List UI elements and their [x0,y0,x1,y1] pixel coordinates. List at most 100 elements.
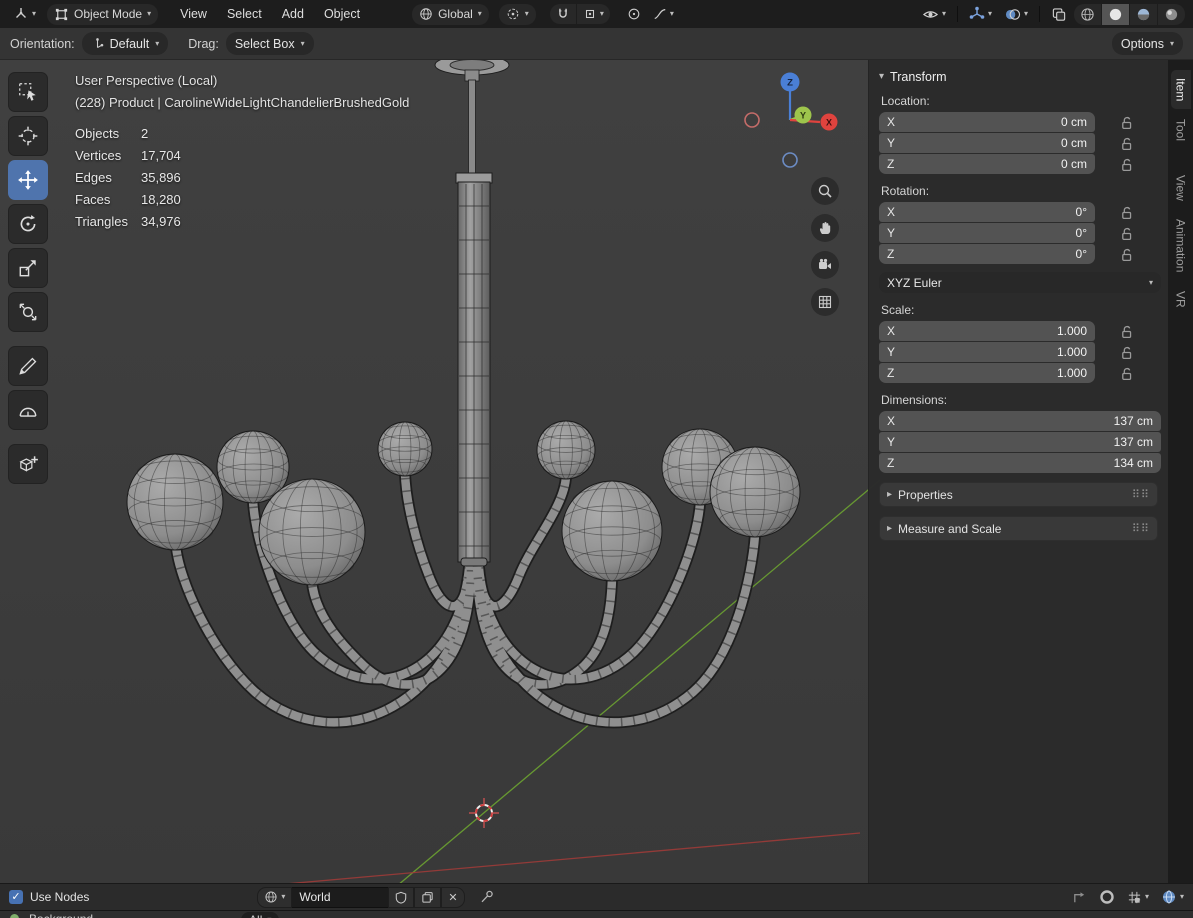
menu-object[interactable]: Object [314,4,370,24]
location-x-field[interactable]: X0 cm [879,112,1095,132]
strip-editor-icon[interactable] [8,912,21,918]
rotate-tool-icon [20,214,36,232]
rotation-z-lock-icon[interactable] [1120,247,1134,261]
rotation-y-field[interactable]: Y 0° [879,223,1095,243]
shading-solid-button[interactable] [1102,3,1130,25]
scale-x-field[interactable]: X 1.000 [879,321,1095,341]
transform-panel-header[interactable]: ▾ Transform [879,70,1158,84]
world-shading-dropdown[interactable]: ▾ [1161,889,1184,905]
overlays-dropdown[interactable]: ▾ [999,4,1033,25]
xray-toggle[interactable] [1046,4,1072,25]
use-nodes-checkbox[interactable]: ✓ [9,890,23,904]
eye-icon [922,10,939,18]
object-mode-icon [55,8,68,20]
dimensions-x-field[interactable]: X 137 cm [879,411,1161,431]
snap-toggle[interactable] [550,4,577,24]
material-shading-icon [1137,8,1150,20]
scale-y-lock-icon[interactable] [1120,345,1134,359]
shading-rendered-button[interactable] [1158,4,1185,25]
panel-expand-icon: ▾ [879,71,885,82]
tab-view[interactable]: View [1171,167,1191,209]
measure-tool[interactable] [8,390,48,430]
drag-setting-label: Drag: [188,36,219,51]
snap-grid-dropdown[interactable]: ▾ [1127,890,1149,905]
annotate-tool[interactable] [8,346,48,386]
menu-view[interactable]: View [170,4,217,24]
location-z-field[interactable]: Z0 cm [879,154,1095,174]
rotation-mode-dropdown[interactable]: XYZ Euler ▾ [879,272,1161,293]
object-visibility-dropdown[interactable]: ▾ [917,4,951,25]
zoom-icon [818,184,832,198]
gizmo-x-negative[interactable] [744,112,760,128]
ortho-grid-icon [818,295,832,309]
proportional-editing-toggle[interactable] [622,4,646,25]
camera-icon [819,258,831,269]
panel-drag-handle-2[interactable]: ⠿⠿ [1132,522,1150,535]
scale-z-lock-icon[interactable] [1120,366,1134,380]
header-right-icons: ▾ ▾ [1072,889,1184,905]
tab-vr[interactable]: VR [1171,283,1191,316]
tab-tool[interactable]: Tool [1171,111,1191,149]
properties-panel-header[interactable]: ▸ Properties ⠿⠿ [879,482,1158,507]
proportional-falloff-dropdown[interactable]: ▾ [648,4,679,25]
gizmo-z-negative[interactable] [782,152,798,168]
dimensions-z-field[interactable]: Z 134 cm [879,453,1161,473]
fake-user-button[interactable] [388,886,415,908]
zoom-button[interactable] [811,177,839,205]
select-box-tool[interactable] [8,72,48,112]
scale-y-field[interactable]: Y 1.000 [879,342,1095,362]
transform-tool[interactable] [8,292,48,332]
rotation-z-field[interactable]: Z 0° [879,244,1095,264]
pan-button[interactable] [811,214,839,242]
pivot-point-dropdown[interactable]: ▾ [498,3,536,25]
add-cube-tool[interactable] [8,444,48,484]
cursor-tool[interactable] [8,116,48,156]
scale-x-lock-icon[interactable] [1120,324,1134,338]
transform-panel-title: Transform [890,70,947,84]
options-dropdown[interactable]: Options ▾ [1111,32,1183,55]
snap-settings-dropdown[interactable]: ▾ [577,4,610,24]
location-z-lock-icon[interactable] [1120,157,1134,171]
add-cube-icon [19,456,38,472]
orientation-setting-dropdown[interactable]: Default ▾ [81,32,169,55]
camera-view-button[interactable] [811,251,839,279]
shading-wireframe-button[interactable] [1074,3,1102,25]
rotation-y-lock-icon[interactable] [1120,226,1134,240]
rotation-x-field[interactable]: X 0° [879,202,1095,222]
location-y-field[interactable]: Y0 cm [879,133,1095,153]
transform-orientation-dropdown[interactable]: Global ▾ [412,3,489,25]
browse-world-button[interactable]: ▾ [257,886,293,908]
tab-animation[interactable]: Animation [1171,211,1191,280]
unlink-world-button[interactable]: ✕ [441,886,465,908]
location-x-lock-icon[interactable] [1120,115,1134,129]
move-tool[interactable] [8,160,48,200]
mode-dropdown[interactable]: Object Mode ▾ [47,3,159,25]
navigation-gizmo[interactable]: Z Y X [735,68,845,178]
rotation-x-lock-icon[interactable] [1120,205,1134,219]
copy-datablock-button[interactable] [414,886,442,908]
location-y-lock-icon[interactable] [1120,136,1134,150]
falloff-curve-icon [654,9,666,19]
strip-all-dropdown[interactable]: All ▾ [241,912,280,918]
rotate-tool[interactable] [8,204,48,244]
perspective-toggle-button[interactable] [811,288,839,316]
measure-scale-panel-header[interactable]: ▸ Measure and Scale ⠿⠿ [879,516,1158,541]
menu-select[interactable]: Select [217,4,272,24]
menu-add[interactable]: Add [272,4,314,24]
dimensions-y-field[interactable]: Y 137 cm [879,432,1161,452]
drag-setting-dropdown[interactable]: Select Box ▾ [225,32,314,55]
parent-node-tree-icon[interactable] [1072,890,1087,905]
pin-icon[interactable] [479,889,495,905]
menubar: View Select Add Object [170,4,370,24]
world-name-input[interactable] [292,886,389,908]
editor-type-button[interactable]: ▾ [8,4,41,25]
panel-drag-handle[interactable]: ⠿⠿ [1132,488,1150,501]
transform-tool-icon [19,303,37,321]
scale-z-field[interactable]: Z 1.000 [879,363,1095,383]
tab-item[interactable]: Item [1170,70,1191,110]
shading-material-button[interactable] [1130,3,1158,25]
show-gizmo-dropdown[interactable]: ▾ [964,4,997,25]
scale-tool[interactable] [8,248,48,288]
snapping-donut-icon[interactable] [1099,889,1115,905]
xray-icon [1052,7,1066,21]
